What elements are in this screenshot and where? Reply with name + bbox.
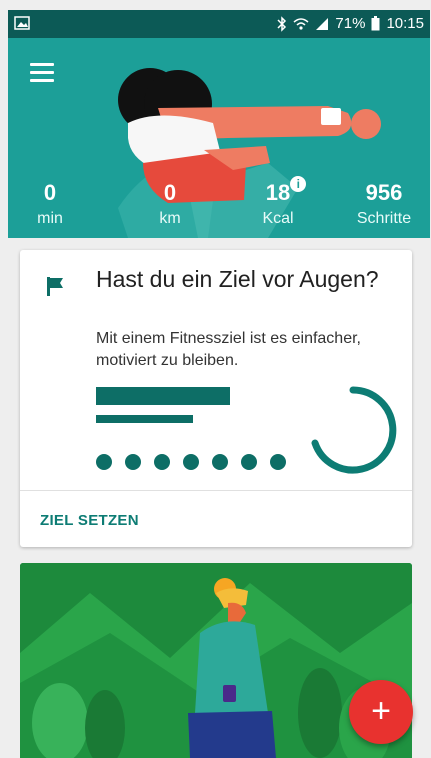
progress-ring-icon (311, 386, 397, 474)
goal-card-description: Mit einem Fitnessziel ist es einfacher, … (96, 330, 361, 369)
set-goal-button[interactable]: ZIEL SETZEN (40, 512, 139, 529)
goal-dot (270, 454, 286, 470)
stat-value: 956 (365, 180, 403, 205)
stat-value: 18 (265, 180, 291, 205)
goal-card: Hast du ein Ziel vor Augen? Mit einem Fi… (20, 250, 412, 547)
card-divider (20, 490, 412, 491)
stat-calories: 18 i Kcal (256, 176, 307, 230)
add-activity-button[interactable]: + (349, 680, 413, 744)
goal-dot (125, 454, 141, 470)
stat-value: 0 (163, 180, 177, 205)
stat-label: km (159, 210, 181, 227)
daily-stats: 0 min 0 km 18 i Kcal 956 Schritte (8, 176, 430, 238)
stat-label: Kcal (262, 210, 294, 227)
clock: 10:15 (386, 15, 424, 32)
activity-header: 0 min 0 km 18 i Kcal 956 Schritte (8, 38, 430, 238)
battery-icon (371, 16, 380, 31)
goal-illustration-bar (96, 415, 193, 423)
wifi-icon (293, 17, 309, 30)
goal-dot (241, 454, 257, 470)
plus-icon: + (371, 692, 391, 730)
signal-icon (316, 17, 329, 30)
flag-icon (47, 277, 63, 296)
goal-illustration-dots (96, 454, 286, 470)
battery-percent: 71% (335, 15, 366, 32)
goal-dot (154, 454, 170, 470)
bluetooth-icon (277, 15, 287, 32)
goal-illustration-bar (96, 387, 230, 405)
stat-distance: 0 km (148, 178, 192, 230)
status-bar: 71% 10:15 (8, 10, 430, 38)
goal-dot (96, 454, 112, 470)
info-icon[interactable]: i (290, 176, 307, 192)
stat-steps: 956 Schritte (344, 178, 424, 230)
stat-label: Schritte (356, 210, 412, 227)
stat-label: min (37, 210, 63, 227)
menu-button[interactable] (30, 63, 54, 83)
goal-dot (212, 454, 228, 470)
goal-dot (183, 454, 199, 470)
stat-minutes: 0 min (28, 178, 72, 230)
stat-value: 0 (43, 180, 57, 205)
goal-card-title: Hast du ein Ziel vor Augen? (96, 266, 379, 292)
gallery-icon (14, 16, 30, 30)
